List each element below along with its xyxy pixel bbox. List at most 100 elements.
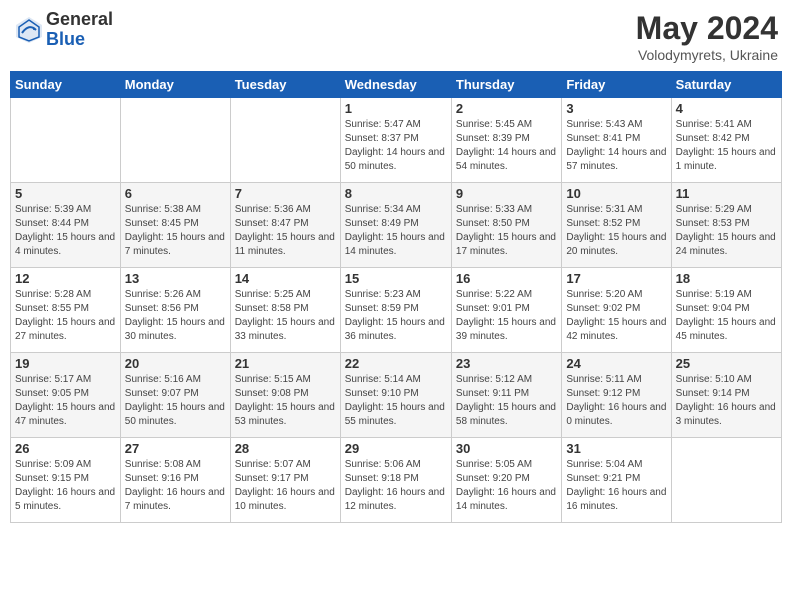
calendar-cell: 11 Sunrise: 5:29 AM Sunset: 8:53 PM Dayli…	[671, 183, 781, 268]
day-number: 17	[566, 271, 666, 286]
calendar-cell: 30 Sunrise: 5:05 AM Sunset: 9:20 PM Dayli…	[451, 438, 561, 523]
day-number: 28	[235, 441, 336, 456]
day-number: 30	[456, 441, 557, 456]
weekday-header: Friday	[562, 72, 671, 98]
day-number: 4	[676, 101, 777, 116]
day-number: 21	[235, 356, 336, 371]
day-number: 24	[566, 356, 666, 371]
day-info: Sunrise: 5:10 AM Sunset: 9:14 PM Dayligh…	[676, 373, 777, 429]
day-info: Sunrise: 5:45 AM Sunset: 8:39 PM Dayligh…	[456, 118, 557, 174]
calendar-cell	[671, 438, 781, 523]
calendar-cell: 5Sunrise: 5:39 AM Sunset: 8:44 PM Daylig…	[11, 183, 121, 268]
calendar-cell: 15Sunrise: 5:23 AM Sunset: 8:59 PM Dayli…	[340, 268, 451, 353]
day-number: 19	[15, 356, 116, 371]
calendar-cell: 28 Sunrise: 5:07 AM Sunset: 9:17 PM Dayli…	[230, 438, 340, 523]
day-number: 13	[125, 271, 226, 286]
day-info: Sunrise: 5:05 AM Sunset: 9:20 PM Dayligh…	[456, 458, 557, 514]
day-number: 14	[235, 271, 336, 286]
weekday-header: Saturday	[671, 72, 781, 98]
weekday-header: Wednesday	[340, 72, 451, 98]
day-number: 11	[676, 186, 777, 201]
calendar-cell: 6 Sunrise: 5:38 AM Sunset: 8:45 PM Daylig…	[120, 183, 230, 268]
weekday-header-row: SundayMondayTuesdayWednesdayThursdayFrid…	[11, 72, 782, 98]
day-number: 23	[456, 356, 557, 371]
day-info: Sunrise: 5:15 AM Sunset: 9:08 PM Dayligh…	[235, 373, 336, 429]
day-info: Sunrise: 5:06 AM Sunset: 9:18 PM Dayligh…	[345, 458, 447, 514]
day-info: Sunrise: 5:29 AM Sunset: 8:53 PM Dayligh…	[676, 203, 777, 259]
day-number: 29	[345, 441, 447, 456]
title-block: May 2024 Volodymyrets, Ukraine	[636, 10, 778, 63]
calendar-cell	[11, 98, 121, 183]
day-info: Sunrise: 5:12 AM Sunset: 9:11 PM Dayligh…	[456, 373, 557, 429]
calendar-week-row: 19 Sunrise: 5:17 AM Sunset: 9:05 PM Dayli…	[11, 353, 782, 438]
calendar-cell: 27 Sunrise: 5:08 AM Sunset: 9:16 PM Dayli…	[120, 438, 230, 523]
weekday-header: Sunday	[11, 72, 121, 98]
calendar-cell: 29 Sunrise: 5:06 AM Sunset: 9:18 PM Dayli…	[340, 438, 451, 523]
calendar-cell: 24Sunrise: 5:11 AM Sunset: 9:12 PM Dayli…	[562, 353, 671, 438]
day-info: Sunrise: 5:36 AM Sunset: 8:47 PM Dayligh…	[235, 203, 336, 259]
logo-general-text: General	[46, 10, 113, 30]
calendar-week-row: 5Sunrise: 5:39 AM Sunset: 8:44 PM Daylig…	[11, 183, 782, 268]
day-info: Sunrise: 5:26 AM Sunset: 8:56 PM Dayligh…	[125, 288, 226, 344]
calendar-week-row: 1Sunrise: 5:47 AM Sunset: 8:37 PM Daylig…	[11, 98, 782, 183]
calendar-cell: 1Sunrise: 5:47 AM Sunset: 8:37 PM Daylig…	[340, 98, 451, 183]
day-number: 9	[456, 186, 557, 201]
day-number: 20	[125, 356, 226, 371]
calendar-table: SundayMondayTuesdayWednesdayThursdayFrid…	[10, 71, 782, 523]
day-info: Sunrise: 5:08 AM Sunset: 9:16 PM Dayligh…	[125, 458, 226, 514]
day-info: Sunrise: 5:09 AM Sunset: 9:15 PM Dayligh…	[15, 458, 116, 514]
calendar-cell: 12Sunrise: 5:28 AM Sunset: 8:55 PM Dayli…	[11, 268, 121, 353]
calendar-cell: 26 Sunrise: 5:09 AM Sunset: 9:15 PM Dayli…	[11, 438, 121, 523]
day-number: 1	[345, 101, 447, 116]
calendar-cell: 21 Sunrise: 5:15 AM Sunset: 9:08 PM Dayli…	[230, 353, 340, 438]
day-info: Sunrise: 5:43 AM Sunset: 8:41 PM Dayligh…	[566, 118, 666, 174]
day-info: Sunrise: 5:19 AM Sunset: 9:04 PM Dayligh…	[676, 288, 777, 344]
day-info: Sunrise: 5:38 AM Sunset: 8:45 PM Dayligh…	[125, 203, 226, 259]
calendar-cell: 19 Sunrise: 5:17 AM Sunset: 9:05 PM Dayli…	[11, 353, 121, 438]
day-info: Sunrise: 5:22 AM Sunset: 9:01 PM Dayligh…	[456, 288, 557, 344]
day-number: 27	[125, 441, 226, 456]
day-number: 31	[566, 441, 666, 456]
day-info: Sunrise: 5:28 AM Sunset: 8:55 PM Dayligh…	[15, 288, 116, 344]
logo: General Blue	[14, 10, 113, 50]
day-number: 22	[345, 356, 447, 371]
day-number: 18	[676, 271, 777, 286]
day-info: Sunrise: 5:20 AM Sunset: 9:02 PM Dayligh…	[566, 288, 666, 344]
calendar-cell	[120, 98, 230, 183]
calendar-cell: 22Sunrise: 5:14 AM Sunset: 9:10 PM Dayli…	[340, 353, 451, 438]
logo-icon	[14, 15, 44, 45]
day-info: Sunrise: 5:33 AM Sunset: 8:50 PM Dayligh…	[456, 203, 557, 259]
day-number: 8	[345, 186, 447, 201]
calendar-week-row: 12Sunrise: 5:28 AM Sunset: 8:55 PM Dayli…	[11, 268, 782, 353]
day-info: Sunrise: 5:39 AM Sunset: 8:44 PM Dayligh…	[15, 203, 116, 259]
weekday-header: Tuesday	[230, 72, 340, 98]
calendar-cell: 2 Sunrise: 5:45 AM Sunset: 8:39 PM Daylig…	[451, 98, 561, 183]
calendar-cell: 25Sunrise: 5:10 AM Sunset: 9:14 PM Dayli…	[671, 353, 781, 438]
month-title: May 2024	[636, 10, 778, 47]
calendar-cell: 20 Sunrise: 5:16 AM Sunset: 9:07 PM Dayli…	[120, 353, 230, 438]
day-info: Sunrise: 5:16 AM Sunset: 9:07 PM Dayligh…	[125, 373, 226, 429]
day-info: Sunrise: 5:25 AM Sunset: 8:58 PM Dayligh…	[235, 288, 336, 344]
calendar-cell	[230, 98, 340, 183]
day-number: 26	[15, 441, 116, 456]
weekday-header: Monday	[120, 72, 230, 98]
day-info: Sunrise: 5:34 AM Sunset: 8:49 PM Dayligh…	[345, 203, 447, 259]
day-info: Sunrise: 5:41 AM Sunset: 8:42 PM Dayligh…	[676, 118, 777, 174]
logo-blue-text: Blue	[46, 30, 113, 50]
calendar-cell: 3 Sunrise: 5:43 AM Sunset: 8:41 PM Daylig…	[562, 98, 671, 183]
day-info: Sunrise: 5:17 AM Sunset: 9:05 PM Dayligh…	[15, 373, 116, 429]
day-number: 15	[345, 271, 447, 286]
day-number: 3	[566, 101, 666, 116]
calendar-cell: 31Sunrise: 5:04 AM Sunset: 9:21 PM Dayli…	[562, 438, 671, 523]
calendar-cell: 23 Sunrise: 5:12 AM Sunset: 9:11 PM Dayli…	[451, 353, 561, 438]
day-info: Sunrise: 5:07 AM Sunset: 9:17 PM Dayligh…	[235, 458, 336, 514]
calendar-cell: 9 Sunrise: 5:33 AM Sunset: 8:50 PM Daylig…	[451, 183, 561, 268]
page-header: General Blue May 2024 Volodymyrets, Ukra…	[10, 10, 782, 63]
calendar-cell: 13 Sunrise: 5:26 AM Sunset: 8:56 PM Dayli…	[120, 268, 230, 353]
calendar-cell: 8 Sunrise: 5:34 AM Sunset: 8:49 PM Daylig…	[340, 183, 451, 268]
calendar-cell: 10Sunrise: 5:31 AM Sunset: 8:52 PM Dayli…	[562, 183, 671, 268]
calendar-week-row: 26 Sunrise: 5:09 AM Sunset: 9:15 PM Dayli…	[11, 438, 782, 523]
day-number: 2	[456, 101, 557, 116]
calendar-cell: 18 Sunrise: 5:19 AM Sunset: 9:04 PM Dayli…	[671, 268, 781, 353]
day-number: 6	[125, 186, 226, 201]
